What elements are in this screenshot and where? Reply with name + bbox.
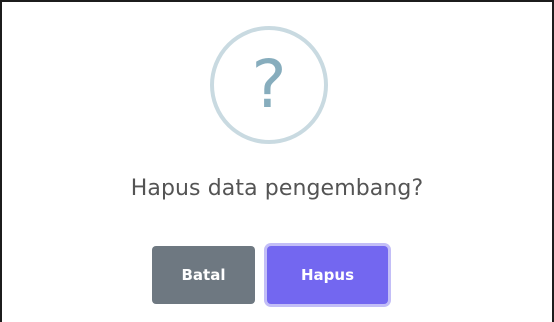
dialog-title: Hapus data pengembang? [130, 176, 424, 201]
confirm-delete-button[interactable]: Hapus [267, 246, 388, 304]
question-mark-icon: ? [210, 26, 328, 144]
cancel-button[interactable]: Batal [152, 246, 255, 304]
question-mark-glyph: ? [251, 46, 287, 123]
confirm-dialog: ? Hapus data pengembang? Batal Hapus [0, 0, 554, 322]
